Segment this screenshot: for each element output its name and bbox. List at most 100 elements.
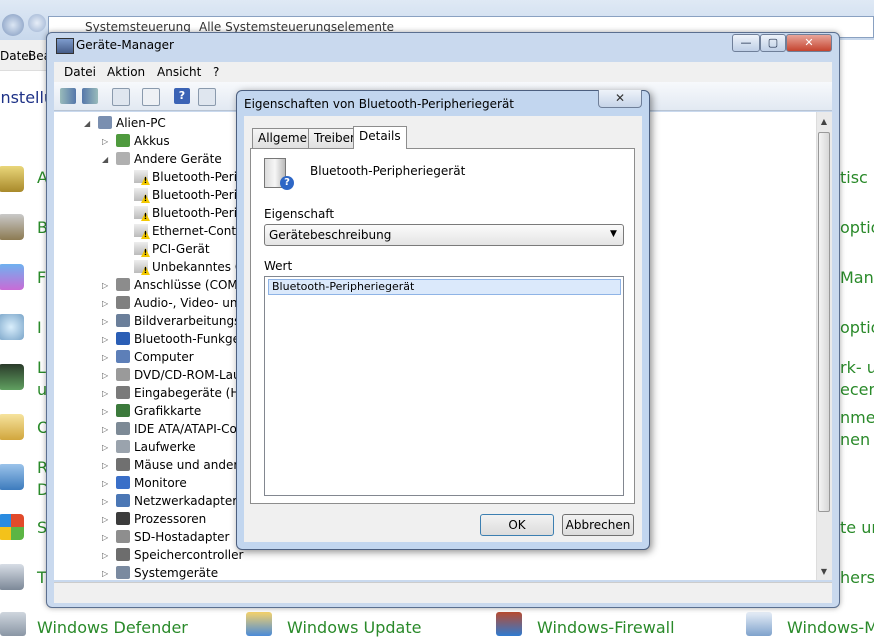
- tree-node-label: Monitore: [134, 476, 187, 490]
- chevron-down-icon[interactable]: ▼: [610, 229, 617, 239]
- hid-icon: [116, 386, 130, 399]
- help-icon[interactable]: ?: [174, 88, 190, 104]
- expand-icon[interactable]: ▷: [102, 443, 108, 452]
- tree-node-label: Netzwerkadapter: [134, 494, 238, 508]
- tree-node-label: Andere Geräte: [134, 152, 222, 166]
- expand-icon[interactable]: ▷: [102, 497, 108, 506]
- expand-icon[interactable]: ▷: [102, 533, 108, 542]
- tree-node[interactable]: Speichercontroller: [116, 546, 243, 564]
- warning-icon: [134, 170, 148, 183]
- value-list[interactable]: [264, 276, 624, 496]
- ok-button[interactable]: OK: [480, 514, 554, 536]
- cp-windows-defender[interactable]: Windows Defender: [37, 618, 188, 637]
- show-hide-action-pane-icon[interactable]: [198, 88, 216, 106]
- expand-icon[interactable]: ▷: [102, 389, 108, 398]
- menu-aktion[interactable]: Aktion: [107, 65, 145, 79]
- dialog-title: Eigenschaften von Bluetooth-Peripheriege…: [244, 97, 515, 111]
- cp-item-fragment[interactable]: nme: [840, 408, 874, 427]
- display-adapter-icon: [116, 404, 130, 417]
- scroll-up-icon[interactable]: ▲: [816, 114, 832, 130]
- minimize-button[interactable]: —: [732, 34, 760, 52]
- control-panel-item-icon: [0, 464, 24, 490]
- tab-details[interactable]: Details: [353, 126, 407, 149]
- expand-icon[interactable]: ▷: [102, 371, 108, 380]
- back-button[interactable]: [2, 14, 24, 36]
- cp-windows-firewall[interactable]: Windows-Firewall: [537, 618, 675, 637]
- scrollbar-thumb[interactable]: [818, 132, 830, 512]
- control-panel-item-icon: [0, 166, 24, 192]
- warning-icon: [134, 188, 148, 201]
- property-dropdown-value: Gerätebeschreibung: [269, 228, 392, 242]
- control-panel-item-icon: [0, 414, 24, 440]
- expand-icon[interactable]: ▷: [102, 551, 108, 560]
- collapse-icon[interactable]: ◢: [84, 119, 90, 128]
- tree-node-label: SD-Hostadapter: [134, 530, 230, 544]
- control-panel-item-icon: [0, 264, 24, 290]
- cp-item-fragment[interactable]: te un: [840, 518, 874, 537]
- cp-item-fragment[interactable]: I: [37, 318, 42, 337]
- tree-node[interactable]: Grafikkarte: [116, 402, 201, 420]
- cp-item-fragment[interactable]: F: [37, 268, 46, 287]
- show-hide-console-tree-icon[interactable]: [112, 88, 130, 106]
- properties-icon[interactable]: [142, 88, 160, 106]
- expand-icon[interactable]: ▷: [102, 335, 108, 344]
- cancel-button[interactable]: Abbrechen: [562, 514, 634, 536]
- expand-icon[interactable]: ▷: [102, 137, 108, 146]
- monitor-icon: [116, 350, 130, 363]
- unknown-device-icon: [116, 152, 130, 165]
- dialog-close-button[interactable]: ✕: [598, 90, 642, 108]
- expand-icon[interactable]: ▷: [102, 479, 108, 488]
- disk-drive-icon: [116, 440, 130, 453]
- tree-node[interactable]: Computer: [116, 348, 194, 366]
- scroll-down-icon[interactable]: ▼: [816, 564, 832, 580]
- tree-node[interactable]: SD-Hostadapter: [116, 528, 229, 546]
- expand-icon[interactable]: ▷: [102, 353, 108, 362]
- cp-item-fragment[interactable]: Mana: [840, 268, 874, 287]
- expand-icon[interactable]: ▷: [102, 425, 108, 434]
- tree-node[interactable]: Alien-PC: [98, 114, 166, 132]
- cp-item-fragment[interactable]: rk- u: [840, 358, 874, 377]
- tree-node[interactable]: Akkus: [116, 132, 170, 150]
- forward-arrow-icon[interactable]: [82, 88, 98, 104]
- tree-node[interactable]: PCI-Gerät: [134, 240, 210, 258]
- expand-icon[interactable]: ▷: [102, 281, 108, 290]
- menu-ansicht[interactable]: Ansicht: [157, 65, 201, 79]
- tree-node-label: Systemgeräte: [134, 566, 219, 580]
- menu-datei[interactable]: Datei: [64, 65, 96, 79]
- collapse-icon[interactable]: ◢: [102, 155, 108, 164]
- cp-windows-update[interactable]: Windows Update: [287, 618, 421, 637]
- speaker-icon: [116, 296, 130, 309]
- expand-icon[interactable]: ▷: [102, 407, 108, 416]
- bluetooth-icon: [116, 332, 130, 345]
- expand-icon[interactable]: ▷: [102, 299, 108, 308]
- cp-item-fragment[interactable]: optio: [840, 218, 874, 237]
- tree-node[interactable]: Prozessoren: [116, 510, 206, 528]
- cp-item-fragment[interactable]: ecent: [840, 380, 874, 399]
- expand-icon[interactable]: ▷: [102, 461, 108, 470]
- device-name: Bluetooth-Peripheriegerät: [310, 164, 466, 178]
- tree-node[interactable]: Andere Geräte: [116, 150, 222, 168]
- network-adapter-icon: [116, 494, 130, 507]
- tree-node-label: Alien-PC: [116, 116, 166, 130]
- cp-item-fragment[interactable]: optio: [840, 318, 874, 337]
- expand-icon[interactable]: ▷: [102, 317, 108, 326]
- tree-node[interactable]: Systemgeräte: [116, 564, 218, 580]
- tree-node[interactable]: Laufwerke: [116, 438, 196, 456]
- back-arrow-icon[interactable]: [60, 88, 76, 104]
- menu-help[interactable]: ?: [213, 65, 219, 79]
- expand-icon[interactable]: ▷: [102, 515, 108, 524]
- list-item-text: Bluetooth-Peripheriegerät: [272, 280, 415, 293]
- tree-node[interactable]: Monitore: [116, 474, 187, 492]
- cp-windows-mobility[interactable]: Windows-M: [787, 618, 874, 637]
- cp-item-fragment[interactable]: tisc: [840, 168, 868, 187]
- cp-item-fragment[interactable]: nen: [840, 430, 870, 449]
- cp-item-fragment[interactable]: L: [37, 358, 46, 377]
- expand-icon[interactable]: ▷: [102, 569, 108, 578]
- forward-button[interactable]: [28, 14, 46, 32]
- maximize-button[interactable]: ▢: [760, 34, 786, 52]
- system-devices-icon: [116, 566, 130, 579]
- processor-icon: [116, 512, 130, 525]
- cp-item-fragment[interactable]: herst: [840, 568, 874, 587]
- close-button[interactable]: ✕: [786, 34, 832, 52]
- tree-node[interactable]: Netzwerkadapter: [116, 492, 237, 510]
